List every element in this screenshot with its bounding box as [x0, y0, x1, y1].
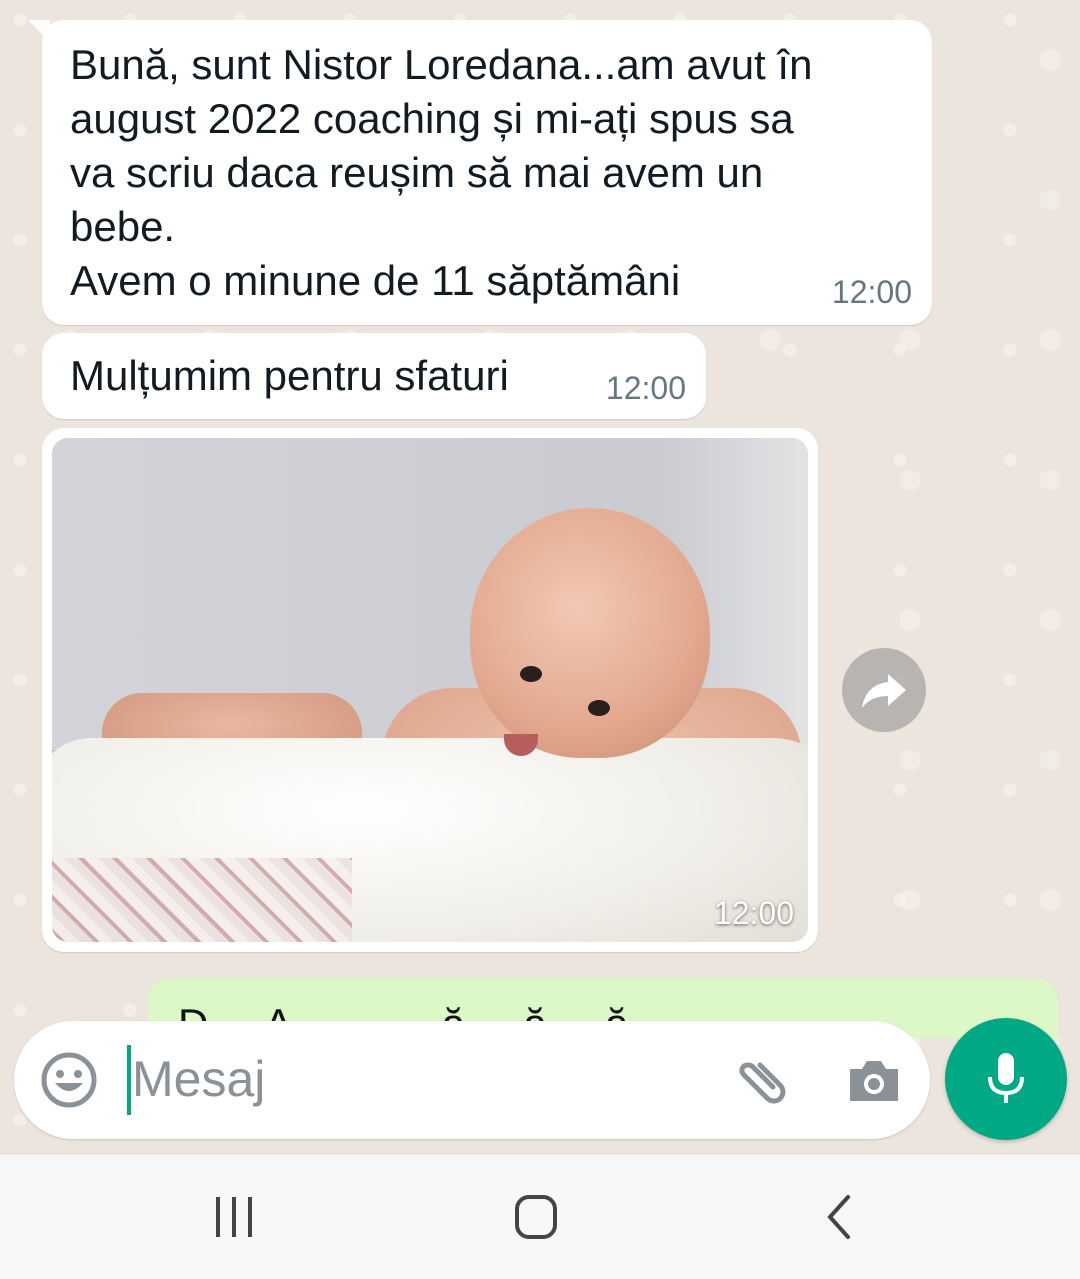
system-navigation-bar [0, 1155, 1080, 1279]
attach-icon [739, 1062, 786, 1104]
message-time: 12:00 [831, 274, 912, 310]
message-bubble[interactable]: Mulțumim pentru sfaturi 12:00 [42, 333, 706, 419]
chat-background: Bună, sunt Nistor Loredana...am avut în … [0, 0, 1080, 1155]
mic-icon [988, 1053, 1024, 1103]
back-icon [827, 1195, 850, 1239]
message-text: Mulțumim pentru sfaturi [70, 352, 509, 399]
photo-baby-eye [588, 700, 610, 716]
home-icon [515, 1195, 557, 1239]
emoji-button[interactable] [40, 1051, 98, 1109]
camera-icon [850, 1061, 898, 1101]
message-input[interactable] [132, 1039, 692, 1119]
baby-photo[interactable]: 12:00 [52, 438, 808, 942]
home-button[interactable] [506, 1193, 566, 1243]
photo-quilt [52, 858, 352, 942]
recents-button[interactable] [204, 1193, 264, 1243]
photo-time: 12:00 [713, 895, 794, 931]
forward-button[interactable] [842, 648, 926, 732]
message-bubble[interactable]: Bună, sunt Nistor Loredana...am avut în … [28, 20, 932, 325]
photo-baby-eye [520, 666, 542, 682]
text-cursor [127, 1045, 131, 1115]
back-button[interactable] [812, 1193, 872, 1243]
camera-button[interactable] [844, 1051, 904, 1111]
message-composer [14, 1021, 930, 1139]
emoji-icon [41, 1052, 97, 1108]
message-text: Bună, sunt Nistor Loredana...am avut în … [70, 41, 813, 304]
recents-icon [216, 1197, 252, 1237]
mic-button[interactable] [945, 1018, 1067, 1140]
forward-icon [862, 674, 906, 708]
attach-button[interactable] [730, 1051, 790, 1111]
photo-baby-head [470, 508, 710, 758]
photo-message-bubble[interactable]: 12:00 [42, 428, 818, 952]
bubble-tail [28, 20, 50, 42]
message-time: 12:00 [605, 370, 686, 406]
